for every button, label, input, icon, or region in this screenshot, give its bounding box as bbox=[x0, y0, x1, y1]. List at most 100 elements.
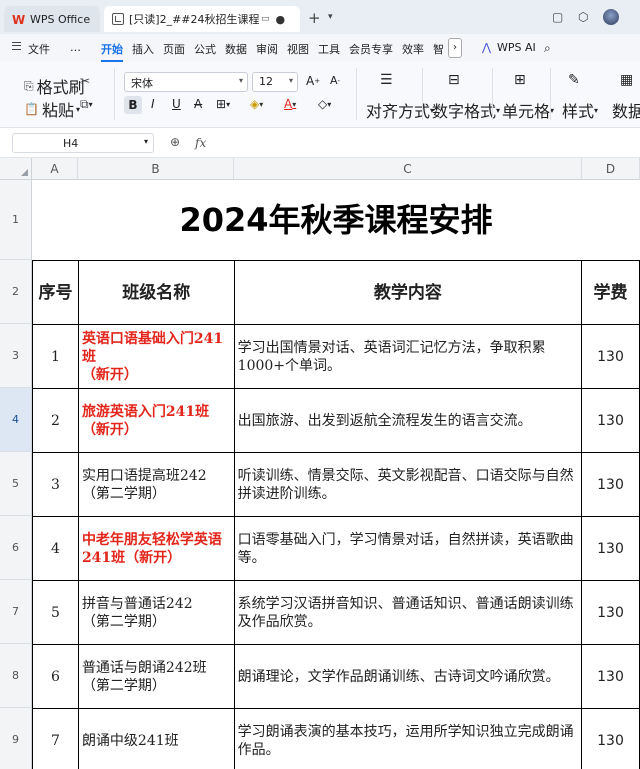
cell-content[interactable]: 口语零基础入门，学习情景对话，自然拼读，英语歌曲等。 bbox=[233, 516, 583, 581]
tab-modified-dot-icon[interactable]: ● bbox=[276, 13, 286, 26]
tab-spreadsheet[interactable]: [只读]2_##24秋招生课程（最 ▭ ● bbox=[104, 6, 300, 32]
name-box[interactable]: H4 ▾ bbox=[12, 133, 154, 153]
row-header-6[interactable]: 6 bbox=[0, 516, 32, 580]
hamburger-menu-icon[interactable] bbox=[12, 42, 21, 50]
tab-wps-office[interactable]: W WPS Office bbox=[4, 6, 100, 32]
cell-no[interactable]: 7 bbox=[32, 708, 79, 769]
cell-no[interactable]: 3 bbox=[32, 452, 79, 517]
cell-fee[interactable]: 130 bbox=[581, 580, 640, 645]
cell-no[interactable]: 6 bbox=[32, 644, 79, 709]
decrease-font-icon[interactable]: A- bbox=[330, 74, 340, 87]
column-header-c[interactable]: C bbox=[234, 158, 582, 180]
cell-fee[interactable]: 130 bbox=[581, 324, 640, 389]
data-process-button[interactable]: 数据处 bbox=[612, 98, 640, 122]
cell-fee[interactable]: 130 bbox=[581, 516, 640, 581]
chevron-down-icon[interactable]: ▾ bbox=[328, 12, 333, 22]
cell-content[interactable]: 学习出国情景对话、英语词汇记忆方法，争取积累1000+个单词。 bbox=[233, 324, 583, 389]
cell-no[interactable]: 5 bbox=[32, 580, 79, 645]
row-header-2[interactable]: 2 bbox=[0, 260, 32, 324]
cell-fee[interactable]: 130 bbox=[581, 644, 640, 709]
column-header-d[interactable]: D bbox=[582, 158, 640, 180]
cube-icon[interactable]: ⬡ bbox=[578, 10, 588, 24]
cell-fee[interactable]: 130 bbox=[581, 388, 640, 453]
cell-fee[interactable]: 130 bbox=[581, 452, 640, 517]
menu-formula[interactable]: 公式 bbox=[194, 41, 216, 57]
select-all-corner[interactable] bbox=[0, 158, 32, 180]
menu-page[interactable]: 页面 bbox=[163, 41, 185, 57]
spreadsheet-grid[interactable]: A B C D 1 2 3 4 5 6 7 8 9 2024年秋季课程安排 序号… bbox=[0, 158, 640, 769]
menu-insert[interactable]: 插入 bbox=[132, 41, 154, 57]
menu-file[interactable]: 文件 bbox=[28, 41, 50, 57]
cell-class-name[interactable]: 旅游英语入门241班 （新开） bbox=[77, 388, 235, 453]
increase-font-icon[interactable]: A + bbox=[306, 74, 320, 88]
menu-tools[interactable]: 工具 bbox=[318, 41, 340, 57]
menu-data[interactable]: 数据 bbox=[225, 41, 247, 57]
paste-button[interactable]: 📋 粘贴 ▾ bbox=[24, 97, 80, 121]
cell-no[interactable]: 1 bbox=[32, 324, 79, 389]
search-icon[interactable]: ⌕ bbox=[544, 41, 551, 56]
align-menu-button[interactable]: 对齐方式 ▾ bbox=[366, 98, 434, 122]
row-header-1[interactable]: 1 bbox=[0, 180, 32, 260]
row-header-7[interactable]: 7 bbox=[0, 580, 32, 644]
cell-content[interactable]: 听读训练、情景交际、英文影视配音、口语交际与自然拼读进阶训练。 bbox=[233, 452, 583, 517]
cell-no[interactable]: 2 bbox=[32, 388, 79, 453]
menu-member[interactable]: 会员专享 bbox=[349, 41, 393, 57]
underline-button[interactable]: U bbox=[172, 97, 181, 111]
cell-class-name[interactable]: 实用口语提高班242 （第二学期） bbox=[77, 452, 235, 517]
cell-no[interactable]: 4 bbox=[32, 516, 79, 581]
cell-content[interactable]: 系统学习汉语拼音知识、普通话知识、普通话朗读训练及作品欣赏。 bbox=[233, 580, 583, 645]
menu-smart[interactable]: 智 bbox=[433, 41, 444, 57]
avatar[interactable] bbox=[603, 9, 619, 25]
border-icon[interactable]: ⊞ ▾ bbox=[216, 97, 230, 111]
cell-content[interactable]: 学习朗诵表演的基本技巧，运用所学知识独立完成朗诵作品。 bbox=[233, 708, 583, 769]
screen-icon[interactable]: ▭ bbox=[261, 14, 270, 24]
sheet-title[interactable]: 2024年秋季课程安排 bbox=[32, 180, 640, 260]
italic-button[interactable]: I bbox=[151, 97, 155, 111]
cell-class-name[interactable]: 英语口语基础入门241班 （新开） bbox=[77, 324, 235, 389]
clear-format-icon[interactable]: ◇ ▾ bbox=[318, 97, 331, 111]
menu-more[interactable]: … bbox=[70, 41, 81, 54]
menu-view[interactable]: 视图 bbox=[287, 41, 309, 57]
row-header-5[interactable]: 5 bbox=[0, 452, 32, 516]
header-no[interactable]: 序号 bbox=[32, 260, 79, 325]
format-painter-button[interactable]: ⎘ 格式刷 bbox=[24, 74, 85, 98]
restore-window-icon[interactable]: ▢ bbox=[552, 10, 563, 24]
menu-wps-ai[interactable]: WPS AI bbox=[497, 41, 536, 54]
row-header-4[interactable]: 4 bbox=[0, 388, 32, 452]
new-tab-icon[interactable]: + bbox=[308, 9, 321, 27]
menu-efficiency[interactable]: 效率 bbox=[402, 41, 424, 57]
number-format-button[interactable]: 数字格式 ▾ bbox=[432, 98, 500, 122]
cut-icon[interactable]: ✂ bbox=[80, 74, 90, 88]
cell-fee[interactable]: 130 bbox=[581, 708, 640, 769]
menu-home[interactable]: 开始 bbox=[101, 41, 123, 62]
copy-button[interactable]: ⧉ ▾ bbox=[80, 97, 93, 112]
font-size-select[interactable]: 12 ▾ bbox=[252, 72, 298, 92]
bold-button[interactable]: B bbox=[124, 96, 142, 114]
row-header-3[interactable]: 3 bbox=[0, 324, 32, 388]
cell-class-name[interactable]: 朗诵中级241班 bbox=[77, 708, 235, 769]
cell-content[interactable]: 出国旅游、出发到返航全流程发生的语言交流。 bbox=[233, 388, 583, 453]
font-name-select[interactable]: 宋体 ▾ bbox=[124, 72, 248, 92]
cell-content[interactable]: 朗诵理论，文学作品朗诵训练、古诗词文吟诵欣赏。 bbox=[233, 644, 583, 709]
menu-review[interactable]: 审阅 bbox=[256, 41, 278, 57]
zoom-icon[interactable]: ⊕ bbox=[170, 135, 180, 149]
style-menu-button[interactable]: 样式 ▾ bbox=[562, 98, 598, 122]
row-header-9[interactable]: 9 bbox=[0, 708, 32, 769]
fx-icon[interactable]: fx bbox=[195, 136, 206, 150]
font-color-icon[interactable]: A ▾ bbox=[284, 97, 296, 111]
column-header-b[interactable]: B bbox=[78, 158, 234, 180]
cell-class-name[interactable]: 中老年朋友轻松学英语241班（新开） bbox=[77, 516, 235, 581]
cell-class-name[interactable]: 拼音与普通话242 （第二学期） bbox=[77, 580, 235, 645]
menu-scroll-right-icon[interactable]: › bbox=[448, 38, 462, 58]
cell-class-name[interactable]: 普通话与朗诵242班 （第二学期） bbox=[77, 644, 235, 709]
tab-label: [只读]2_##24秋招生课程（最 bbox=[129, 13, 259, 26]
column-header-a[interactable]: A bbox=[32, 158, 78, 180]
cell-menu-button[interactable]: 单元格 ▾ bbox=[502, 98, 554, 122]
header-fee[interactable]: 学费 bbox=[581, 260, 640, 325]
header-content[interactable]: 教学内容 bbox=[233, 260, 583, 325]
strikethrough-button[interactable]: A bbox=[194, 97, 202, 111]
header-name[interactable]: 班级名称 bbox=[77, 260, 235, 325]
table-row: 5 拼音与普通话242 （第二学期） 系统学习汉语拼音知识、普通话知识、普通话朗读训… bbox=[32, 580, 640, 645]
fill-color-icon[interactable]: ◈ ▾ bbox=[250, 97, 263, 111]
row-header-8[interactable]: 8 bbox=[0, 644, 32, 708]
